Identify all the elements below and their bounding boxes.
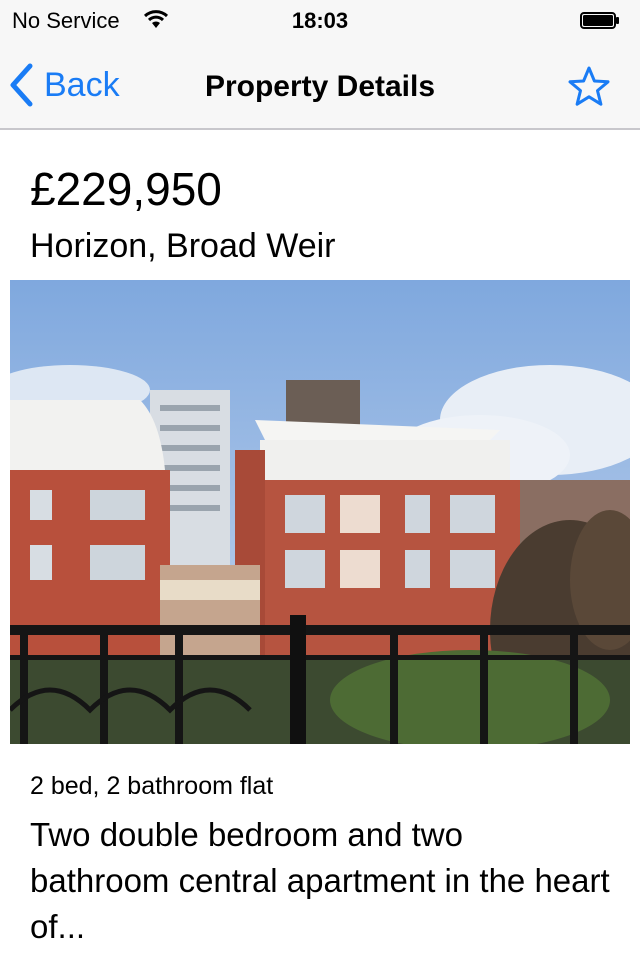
property-photo[interactable] [10,280,630,744]
property-price: £229,950 [30,163,222,215]
status-time: 18:03 [291,8,349,33]
status-bar: No Service 18:03 [0,0,640,40]
star-outline-icon[interactable] [566,64,612,110]
property-summary: 2 bed, 2 bathroom flat [30,772,274,800]
navigation-bar: Back Property Details [0,40,640,130]
battery-icon [580,12,619,29]
property-address: Horizon, Broad Weir [30,227,336,265]
page-title: Property Details [204,70,436,103]
property-description: Two double bedroom and two bathroom cent… [30,816,610,945]
